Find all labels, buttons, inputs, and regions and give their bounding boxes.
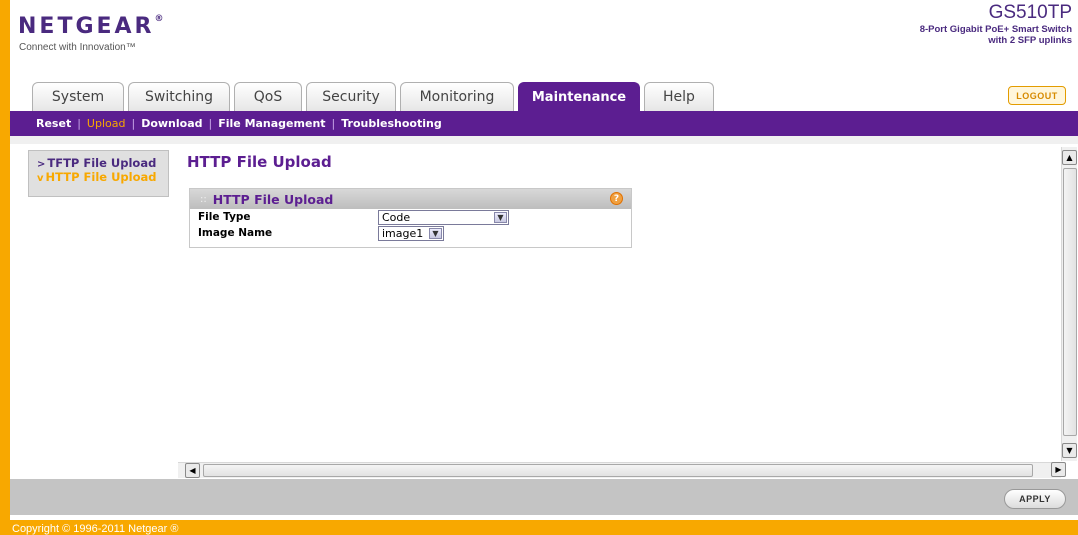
vertical-scroll-thumb[interactable] <box>1063 168 1077 436</box>
subnav-reset[interactable]: Reset <box>36 117 71 130</box>
drag-handle-icon: :: <box>200 193 207 205</box>
subnav-troubleshooting[interactable]: Troubleshooting <box>341 117 441 130</box>
sub-navigation: Reset | Upload | Download | File Managem… <box>10 111 1078 136</box>
tab-qos[interactable]: QoS <box>234 82 302 111</box>
subnav-file-management[interactable]: File Management <box>218 117 325 130</box>
scroll-up-icon[interactable]: ▲ <box>1062 150 1077 165</box>
page-frame: NETGEAR® Connect with Innovation™ GS510T… <box>0 0 1078 535</box>
form-row-file-type: File Type Code ▼ <box>190 209 631 225</box>
subnav-upload[interactable]: Upload <box>87 117 126 130</box>
help-icon[interactable]: ? <box>610 192 623 205</box>
tagline: Connect with Innovation™ <box>19 42 136 53</box>
chevron-right-icon: > <box>37 159 46 170</box>
subnav-separator: | <box>131 117 136 130</box>
page-body: NETGEAR® Connect with Innovation™ GS510T… <box>10 0 1078 520</box>
scroll-left-icon[interactable]: ◀ <box>185 463 200 478</box>
tab-security[interactable]: Security <box>306 82 396 111</box>
panel-header: :: HTTP File Upload ? <box>190 189 631 209</box>
leftnav-item-tftp-file-upload[interactable]: > TFTP File Upload <box>37 157 168 171</box>
scroll-down-icon[interactable]: ▼ <box>1062 443 1077 458</box>
horizontal-scrollbar[interactable]: ◀ <box>178 462 1061 478</box>
image-name-label: Image Name <box>198 227 273 239</box>
form-row-image-name: Image Name image1 ▼ <box>190 225 631 241</box>
horizontal-scroll-thumb[interactable] <box>203 464 1033 477</box>
image-name-select[interactable]: image1 ▼ <box>378 226 444 241</box>
scroll-right-icon[interactable]: ▶ <box>1051 462 1066 477</box>
chevron-down-icon: ▼ <box>494 212 507 223</box>
leftnav-item-http-file-upload[interactable]: v HTTP File Upload <box>37 171 168 185</box>
apply-button[interactable]: APPLY <box>1004 489 1066 509</box>
subnav-separator: | <box>208 117 213 130</box>
netgear-logo: NETGEAR® <box>18 13 164 39</box>
tab-maintenance[interactable]: Maintenance <box>518 82 640 111</box>
tab-switching[interactable]: Switching <box>128 82 230 111</box>
subnav-separator: | <box>331 117 336 130</box>
subnav-download[interactable]: Download <box>141 117 202 130</box>
product-model: GS510TP <box>988 2 1072 23</box>
page-title: HTTP File Upload <box>187 153 332 171</box>
product-description: 8-Port Gigabit PoE+ Smart Switch with 2 … <box>919 24 1072 46</box>
subnav-separator: | <box>77 117 81 130</box>
file-type-label: File Type <box>198 211 251 223</box>
file-type-select[interactable]: Code ▼ <box>378 210 509 225</box>
tab-system[interactable]: System <box>32 82 124 111</box>
content-divider <box>10 136 1078 144</box>
vertical-scrollbar[interactable]: ▲ ▼ <box>1061 147 1077 461</box>
product-info: GS510TP 8-Port Gigabit PoE+ Smart Switch… <box>920 2 1072 46</box>
chevron-down-icon: v <box>37 173 44 184</box>
left-menu: > TFTP File Upload v HTTP File Upload <box>28 150 169 197</box>
chevron-down-icon: ▼ <box>429 228 442 239</box>
http-upload-panel: :: HTTP File Upload ? File Type Code ▼ I… <box>189 188 632 248</box>
main-tabs: System Switching QoS Security Monitoring… <box>32 82 718 111</box>
action-bar: APPLY <box>10 479 1078 515</box>
logout-button[interactable]: LOGOUT <box>1008 86 1066 105</box>
copyright: Copyright © 1996-2011 Netgear ® <box>12 523 179 535</box>
tab-help[interactable]: Help <box>644 82 714 111</box>
panel-title: HTTP File Upload <box>212 191 334 207</box>
tab-monitoring[interactable]: Monitoring <box>400 82 514 111</box>
